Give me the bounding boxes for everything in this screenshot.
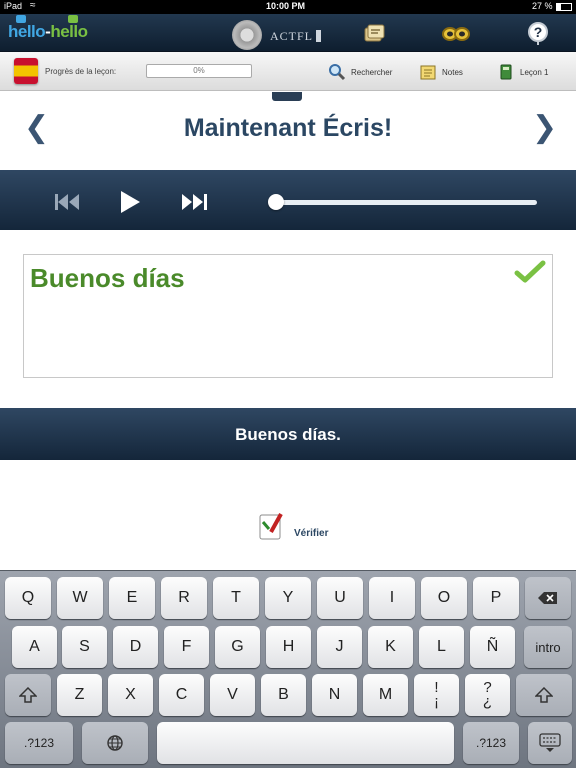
correct-checkmark-icon — [514, 259, 546, 285]
lesson-button[interactable]: Leçon 1 — [496, 60, 548, 84]
key-u[interactable]: U — [317, 577, 363, 619]
key-i[interactable]: I — [369, 577, 415, 619]
key-n-tilde[interactable]: Ñ — [470, 626, 515, 668]
shift-right-key[interactable] — [516, 674, 572, 716]
notes-button[interactable]: Notes — [418, 60, 463, 84]
key-z[interactable]: Z — [57, 674, 102, 716]
notes-icon — [418, 62, 438, 82]
search-label: Rechercher — [351, 67, 393, 77]
shift-icon — [19, 687, 37, 703]
glasses-icon[interactable] — [436, 18, 476, 50]
search-icon — [327, 62, 347, 82]
key-q[interactable]: Q — [5, 577, 51, 619]
lesson-book-icon — [496, 62, 516, 82]
key-exclamation[interactable]: ! ¡ — [414, 674, 459, 716]
page-title: Maintenant Écris! — [183, 114, 393, 142]
key-c[interactable]: C — [159, 674, 204, 716]
key-w[interactable]: W — [57, 577, 103, 619]
actfl-label: ACTFL — [270, 29, 314, 43]
return-key[interactable]: intro — [524, 626, 572, 668]
key-o[interactable]: O — [421, 577, 467, 619]
key-p[interactable]: P — [473, 577, 519, 619]
space-key[interactable] — [157, 722, 454, 764]
search-button[interactable]: Rechercher — [327, 60, 392, 84]
numbers-key-right[interactable]: .?123 — [463, 722, 519, 764]
skip-forward-icon[interactable] — [180, 191, 210, 213]
review-icon[interactable] — [354, 18, 394, 50]
correct-answer-text: Buenos días. — [235, 425, 341, 444]
key-e[interactable]: E — [109, 577, 155, 619]
numbers-key-left[interactable]: .?123 — [5, 722, 73, 764]
play-icon[interactable] — [117, 189, 143, 215]
notes-label: Notes — [442, 67, 463, 77]
device-name: iPad — [4, 1, 23, 11]
key-g[interactable]: G — [215, 626, 260, 668]
seal-icon — [232, 20, 262, 50]
hello-hello-logo[interactable]: hello-hello — [8, 15, 88, 42]
key-m[interactable]: M — [363, 674, 408, 716]
verify-button[interactable]: Vérifier — [294, 528, 328, 539]
clock: 10:00 PM — [266, 1, 306, 11]
key-s[interactable]: S — [62, 626, 107, 668]
lesson-label: Leçon 1 — [520, 67, 549, 77]
backspace-icon — [538, 592, 557, 604]
lesson-toolbar: Progrès de la leçon: 0% Rechercher Notes… — [0, 52, 576, 91]
battery-icon — [556, 3, 572, 11]
spanish-flag-icon[interactable] — [14, 58, 38, 84]
backspace-key[interactable] — [525, 577, 571, 619]
key-x[interactable]: X — [108, 674, 153, 716]
shift-left-key[interactable] — [5, 674, 51, 716]
progress-label: Progrès de la leçon: — [45, 67, 117, 76]
answer-input-text[interactable]: Buenos días — [30, 263, 185, 294]
status-bar: iPad ≈ 10:00 PM 27 % — [0, 0, 576, 14]
top-nav-bar: hello-hello ACTFL ? — [0, 14, 576, 52]
key-d[interactable]: D — [113, 626, 158, 668]
verify-icon[interactable] — [257, 512, 285, 542]
key-v[interactable]: V — [210, 674, 255, 716]
key-f[interactable]: F — [164, 626, 209, 668]
wifi-icon: ≈ — [30, 0, 36, 11]
key-r[interactable]: R — [161, 577, 207, 619]
keyboard-hide-icon — [539, 733, 561, 752]
actfl-seal[interactable]: ACTFL — [232, 20, 332, 50]
pull-tab[interactable] — [272, 92, 302, 101]
key-a[interactable]: A — [12, 626, 57, 668]
on-screen-keyboard: Q W E R T Y U I O P A S D F G H J K L Ñ … — [0, 570, 576, 768]
key-j[interactable]: J — [317, 626, 362, 668]
progress-value: 0% — [193, 66, 205, 75]
help-icon[interactable]: ? — [518, 18, 558, 50]
next-arrow-icon[interactable]: ❯ — [532, 110, 557, 145]
skip-back-icon[interactable] — [53, 191, 81, 213]
key-y[interactable]: Y — [265, 577, 311, 619]
svg-text:?: ? — [534, 24, 543, 40]
key-question[interactable]: ? ¿ — [465, 674, 510, 716]
key-h[interactable]: H — [266, 626, 311, 668]
audio-progress-track[interactable] — [276, 200, 537, 205]
audio-progress-thumb[interactable] — [268, 194, 284, 210]
battery-percent: 27 % — [532, 1, 553, 11]
key-t[interactable]: T — [213, 577, 259, 619]
key-l[interactable]: L — [419, 626, 464, 668]
key-b[interactable]: B — [261, 674, 306, 716]
hide-keyboard-key[interactable] — [528, 722, 572, 764]
shift-icon — [535, 687, 553, 703]
globe-icon — [107, 735, 123, 751]
globe-key[interactable] — [82, 722, 148, 764]
key-k[interactable]: K — [368, 626, 413, 668]
key-n[interactable]: N — [312, 674, 357, 716]
previous-arrow-icon[interactable]: ❮ — [24, 110, 49, 145]
